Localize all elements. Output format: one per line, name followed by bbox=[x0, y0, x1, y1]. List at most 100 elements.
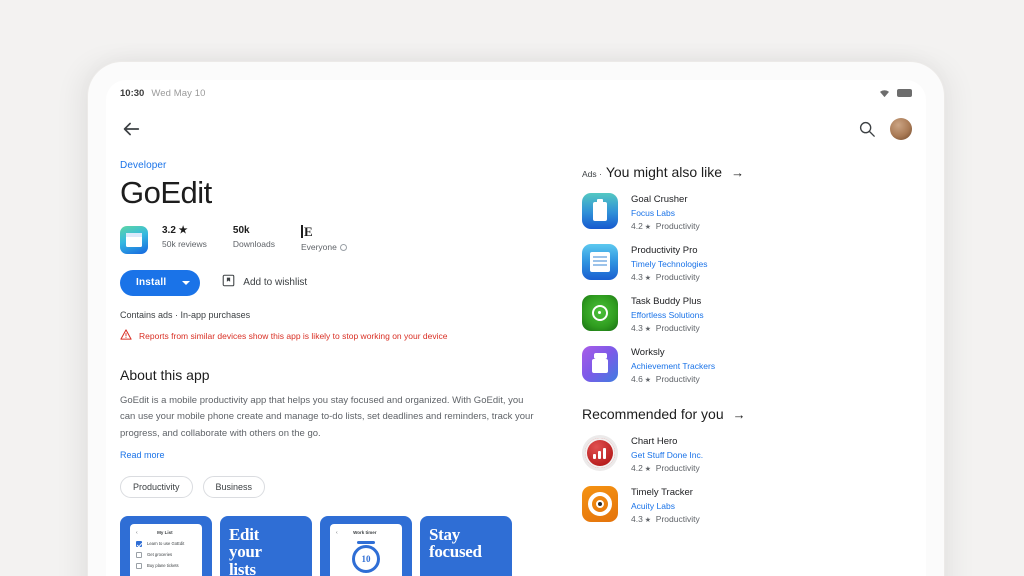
star-icon: ★ bbox=[642, 466, 652, 473]
app-meta: 4.2 ★ Productivity bbox=[631, 221, 700, 231]
stat-content-rating: E Everyone bbox=[300, 224, 347, 252]
tablet-device: 10:30 Wed May 10 Developer GoEdit 3.2 ★ … bbox=[88, 62, 944, 576]
status-indicators bbox=[879, 89, 912, 98]
arrow-right-icon[interactable]: → bbox=[733, 407, 746, 422]
app-developer[interactable]: Timely Technologies bbox=[631, 259, 708, 269]
about-section-title: About this app bbox=[120, 366, 210, 383]
chip-business[interactable]: Business bbox=[202, 475, 266, 498]
app-row-worksly[interactable]: Worksly Achievement Trackers 4.6 ★ Produ… bbox=[582, 346, 860, 384]
developer-link[interactable]: Developer bbox=[120, 160, 540, 171]
chart-hero-icon bbox=[582, 435, 618, 471]
app-row-productivity-pro[interactable]: Productivity Pro Timely Technologies 4.3… bbox=[582, 244, 860, 282]
list-item: Buy plane tickets bbox=[136, 562, 196, 569]
tablet-screen: 10:30 Wed May 10 Developer GoEdit 3.2 ★ … bbox=[106, 80, 926, 576]
back-arrow-icon[interactable] bbox=[120, 118, 142, 140]
app-name: Task Buddy Plus bbox=[631, 296, 702, 307]
screenshot-text-line: your bbox=[229, 542, 262, 562]
install-button-label: Install bbox=[136, 277, 167, 289]
app-name: Productivity Pro bbox=[631, 245, 698, 256]
app-row-timely-tracker[interactable]: Timely Tracker Acuity Labs 4.3 ★ Product… bbox=[582, 486, 860, 524]
goedit-app-icon bbox=[120, 225, 148, 254]
chevron-down-icon[interactable] bbox=[182, 280, 191, 285]
app-rating: 4.3 bbox=[631, 272, 643, 282]
status-bar: 10:30 Wed May 10 bbox=[106, 80, 926, 106]
ads-section-title: You might also like bbox=[605, 164, 723, 180]
screenshot-checklist[interactable]: ‹ My List Learn to use GoEdit Get grocer bbox=[120, 515, 212, 576]
app-developer[interactable]: Get Stuff Done Inc. bbox=[631, 450, 703, 460]
info-icon[interactable] bbox=[339, 243, 347, 251]
app-meta: 4.2 ★ Productivity bbox=[631, 463, 703, 473]
recommended-section-title: Recommended for you bbox=[582, 406, 724, 422]
screenshot-stage: 10:30 Wed May 10 Developer GoEdit 3.2 ★ … bbox=[0, 0, 1024, 576]
timely-tracker-icon bbox=[582, 486, 618, 522]
app-meta: 4.3 ★ Productivity bbox=[631, 272, 708, 282]
app-row-task-buddy-plus[interactable]: Task Buddy Plus Effortless Solutions 4.3… bbox=[582, 295, 860, 333]
app-name: Timely Tracker bbox=[631, 487, 693, 498]
warning-text: Reports from similar devices show this a… bbox=[139, 330, 448, 341]
screenshot-text-line: Edit bbox=[229, 524, 259, 544]
stat-downloads: 50k Downloads bbox=[233, 225, 275, 249]
app-row-chart-hero[interactable]: Chart Hero Get Stuff Done Inc. 4.2 ★ Pro… bbox=[582, 435, 860, 473]
screenshot-edit-your-lists[interactable]: Edit your lists bbox=[220, 515, 312, 576]
app-category: Productivity bbox=[655, 374, 700, 384]
warning-triangle-icon bbox=[120, 327, 132, 345]
app-rating: 4.3 bbox=[631, 323, 643, 333]
app-bar-actions bbox=[858, 118, 912, 140]
app-meta: 4.6 ★ Productivity bbox=[631, 374, 715, 384]
bookmark-icon bbox=[222, 274, 235, 292]
app-title: GoEdit bbox=[120, 175, 212, 210]
checkbox-icon bbox=[136, 562, 142, 569]
wifi-icon bbox=[879, 89, 890, 98]
account-avatar[interactable] bbox=[890, 118, 912, 140]
add-to-wishlist-button[interactable]: Add to wishlist bbox=[222, 274, 307, 292]
stat-rating-label: 50k reviews bbox=[162, 238, 207, 249]
app-rating: 4.2 bbox=[631, 463, 643, 473]
content-rating-text: Everyone bbox=[300, 241, 337, 252]
screenshot-timer-title: Work timer bbox=[353, 530, 377, 536]
page-content: Developer GoEdit 3.2 ★ 50k reviews 50k D… bbox=[106, 152, 926, 576]
back-chevron-icon: ‹ bbox=[136, 529, 138, 536]
app-developer[interactable]: Effortless Solutions bbox=[631, 310, 704, 320]
search-icon[interactable] bbox=[858, 120, 876, 138]
productivity-pro-icon bbox=[582, 244, 618, 280]
arrow-right-icon[interactable]: → bbox=[731, 165, 744, 180]
task-buddy-plus-icon bbox=[582, 295, 618, 331]
stat-rating-value: 3.2 ★ bbox=[162, 224, 188, 236]
stat-downloads-value: 50k bbox=[232, 224, 250, 236]
star-icon: ★ bbox=[642, 326, 652, 333]
status-date: Wed May 10 bbox=[151, 87, 206, 99]
screenshot-carousel[interactable]: ‹ My List Learn to use GoEdit Get grocer bbox=[120, 515, 540, 576]
app-meta: Contains ads · In-app purchases bbox=[120, 309, 251, 320]
app-meta: 4.3 ★ Productivity bbox=[631, 514, 700, 524]
compatibility-warning: Reports from similar devices show this a… bbox=[120, 327, 540, 345]
screenshot-list-title: My List bbox=[157, 530, 173, 536]
stat-rating: 3.2 ★ 50k reviews bbox=[162, 225, 207, 249]
app-developer[interactable]: Achievement Trackers bbox=[631, 361, 715, 371]
read-more-link[interactable]: Read more bbox=[120, 450, 540, 460]
app-rating: 4.6 bbox=[631, 374, 643, 384]
app-meta: 4.3 ★ Productivity bbox=[631, 323, 704, 333]
app-actions: Install Add to wishlist bbox=[120, 269, 540, 296]
star-icon: ★ bbox=[642, 517, 652, 524]
app-stats: 3.2 ★ 50k reviews 50k Downloads E Everyo… bbox=[120, 224, 540, 254]
app-category: Productivity bbox=[655, 323, 700, 333]
install-button[interactable]: Install bbox=[120, 269, 201, 296]
chip-productivity[interactable]: Productivity bbox=[120, 475, 193, 498]
goal-crusher-icon bbox=[582, 193, 618, 229]
recommendations-column: Ads · You might also like → Goal Crusher… bbox=[560, 152, 860, 576]
star-icon: ★ bbox=[642, 224, 652, 231]
category-chips: Productivity Business bbox=[120, 475, 540, 498]
screenshot-work-timer[interactable]: ‹ Work timer 10 bbox=[320, 515, 412, 576]
screenshot-stay-focused[interactable]: Stay focused bbox=[420, 515, 512, 576]
star-icon: ★ bbox=[642, 275, 652, 282]
app-row-goal-crusher[interactable]: Goal Crusher Focus Labs 4.2 ★ Productivi… bbox=[582, 193, 860, 231]
app-bar bbox=[106, 106, 926, 152]
timer-value: 10 bbox=[352, 545, 380, 574]
ads-tag: Ads · bbox=[582, 169, 602, 179]
app-name: Chart Hero bbox=[631, 436, 678, 447]
stat-downloads-label: Downloads bbox=[232, 238, 275, 249]
about-description: GoEdit is a mobile productivity app that… bbox=[120, 394, 534, 439]
app-rating: 4.2 bbox=[631, 221, 643, 231]
app-developer[interactable]: Focus Labs bbox=[631, 208, 700, 218]
app-developer[interactable]: Acuity Labs bbox=[631, 501, 700, 511]
